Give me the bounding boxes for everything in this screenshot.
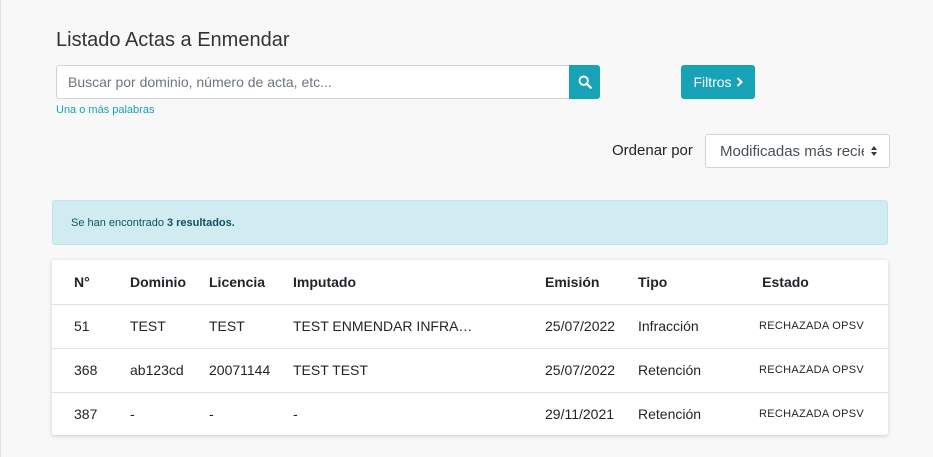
cell-licencia: - <box>209 391 293 435</box>
cell-imputado: - <box>293 391 545 435</box>
results-table: N° Dominio Licencia Imputado Emisión Tip… <box>52 260 888 435</box>
results-count: 3 resultados. <box>166 216 235 229</box>
header-estado[interactable]: Estado <box>755 260 888 304</box>
cell-dominio: - <box>130 391 209 435</box>
page: Listado Actas a Enmendar Una o más palab… <box>0 0 933 457</box>
cell-imputado: TEST TEST <box>293 347 545 392</box>
cell-numero: 368 <box>52 347 130 392</box>
cell-emision: 29/11/2021 <box>545 391 638 435</box>
chevron-right-icon <box>736 77 743 87</box>
cell-estado: RECHAZADA OPSV <box>755 303 888 348</box>
header-licencia[interactable]: Licencia <box>209 260 293 304</box>
header-imputado[interactable]: Imputado <box>293 260 545 304</box>
table-row[interactable]: 368 ab123cd 20071144 TEST TEST 25/07/202… <box>52 347 888 392</box>
cell-tipo: Retención <box>638 391 755 435</box>
header-numero[interactable]: N° <box>52 260 130 304</box>
page-title: Listado Actas a Enmendar <box>56 29 290 51</box>
search-bar <box>56 65 600 99</box>
cell-emision: 25/07/2022 <box>545 347 638 392</box>
header-dominio[interactable]: Dominio <box>130 260 209 304</box>
cell-emision: 25/07/2022 <box>545 303 638 348</box>
results-table-card: N° Dominio Licencia Imputado Emisión Tip… <box>52 260 888 435</box>
cell-tipo: Infracción <box>638 303 755 348</box>
cell-licencia: TEST <box>209 303 293 348</box>
sort-select[interactable]: Modificadas más recientes <box>705 134 890 168</box>
cell-tipo: Retención <box>638 347 755 392</box>
table-row[interactable]: 51 TEST TEST TEST ENMENDAR INFRA… 25/07/… <box>52 303 888 348</box>
table-header-row: N° Dominio Licencia Imputado Emisión Tip… <box>52 260 888 304</box>
sort-selected-value: Modificadas más recientes <box>720 142 864 160</box>
cell-numero: 387 <box>52 391 130 435</box>
results-alert: Se han encontrado 3 resultados. <box>52 200 888 245</box>
search-icon <box>578 75 592 89</box>
header-tipo[interactable]: Tipo <box>638 260 755 304</box>
cell-dominio: ab123cd <box>130 347 209 392</box>
header-emision[interactable]: Emisión <box>545 260 638 304</box>
search-hint: Una o más palabras <box>56 104 155 116</box>
search-button[interactable] <box>569 65 600 99</box>
cell-estado: RECHAZADA OPSV <box>755 347 888 392</box>
cell-licencia: 20071144 <box>209 347 293 392</box>
results-alert-prefix: Se han encontrado <box>71 216 164 229</box>
cell-imputado: TEST ENMENDAR INFRA… <box>293 303 545 348</box>
filters-button[interactable]: Filtros <box>681 65 755 99</box>
cell-estado: RECHAZADA OPSV <box>755 391 888 435</box>
search-input[interactable] <box>56 65 569 99</box>
cell-dominio: TEST <box>130 303 209 348</box>
cell-numero: 51 <box>52 303 130 348</box>
sort-label: Ordenar por <box>612 142 693 159</box>
select-caret-icon <box>871 146 877 156</box>
table-row[interactable]: 387 - - - 29/11/2021 Retención RECHAZADA… <box>52 391 888 435</box>
filters-button-label: Filtros <box>693 74 732 90</box>
